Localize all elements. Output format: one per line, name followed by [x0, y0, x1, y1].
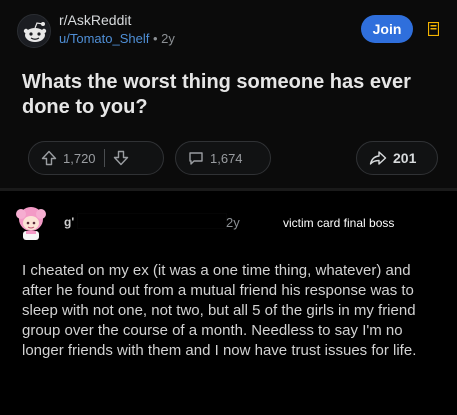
- comment-count: 1,674: [210, 150, 243, 166]
- vote-divider: [103, 149, 105, 167]
- join-button[interactable]: Join: [361, 15, 413, 43]
- comment-age: 2y: [226, 215, 240, 230]
- downvote-arrow-icon[interactable]: [113, 150, 129, 166]
- redaction-bar: [77, 213, 227, 229]
- share-count: 201: [393, 150, 417, 166]
- upvote-arrow-icon[interactable]: [41, 150, 57, 166]
- share-button[interactable]: 201: [356, 141, 438, 175]
- comment-body: I cheated on my ex (it was a one time th…: [22, 262, 417, 359]
- share-arrow-icon: [369, 151, 387, 165]
- reddit-alien-icon[interactable]: [17, 14, 51, 48]
- post-author[interactable]: u/Tomato_Shelf: [59, 31, 149, 46]
- subreddit-name[interactable]: r/AskReddit: [59, 12, 131, 28]
- post-title[interactable]: Whats the worst thing someone has ever d…: [22, 70, 432, 120]
- comment-bubble-icon: [189, 152, 203, 165]
- bookmark-icon[interactable]: [427, 21, 440, 37]
- post-card: r/AskReddit u/Tomato_Shelf • 2y Join Wha…: [0, 0, 457, 188]
- post-meta: u/Tomato_Shelf • 2y: [59, 31, 175, 46]
- comments-button[interactable]: 1,674: [175, 141, 271, 175]
- vote-control: 1,720: [28, 141, 164, 175]
- post-age: 2y: [161, 31, 175, 46]
- upvote-count: 1,720: [63, 150, 96, 166]
- anime-avatar-icon[interactable]: [13, 205, 49, 241]
- meta-separator: •: [152, 31, 158, 46]
- comment-author[interactable]: g': [64, 215, 74, 229]
- comment-card: g' 2y victim card final boss I cheated o…: [0, 191, 457, 415]
- overlay-caption: victim card final boss: [283, 216, 395, 230]
